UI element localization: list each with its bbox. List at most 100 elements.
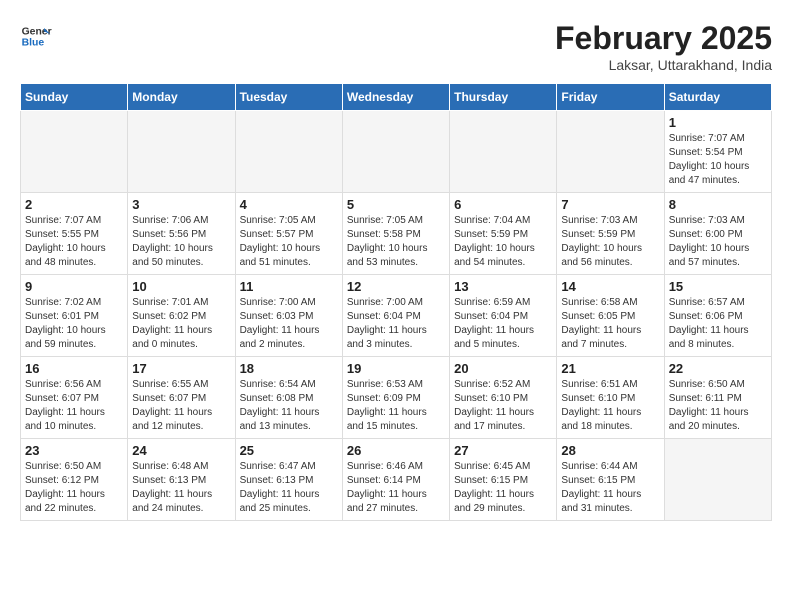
- calendar-cell-w3-d5: 14 Sunrise: 6:58 AM Sunset: 6:05 PM Dayli…: [557, 275, 664, 357]
- calendar-cell-w5-d5: 28 Sunrise: 6:44 AM Sunset: 6:15 PM Dayli…: [557, 439, 664, 521]
- calendar-cell-w3-d2: 11 Sunrise: 7:00 AM Sunset: 6:03 PM Dayli…: [235, 275, 342, 357]
- day-info: Sunrise: 6:57 AM Sunset: 6:06 PM Dayligh…: [669, 296, 767, 352]
- calendar-cell-w2-d5: 7 Sunrise: 7:03 AM Sunset: 5:59 PM Daylig…: [557, 193, 664, 275]
- calendar-cell-w1-d3: [342, 111, 449, 193]
- day-info: Sunrise: 6:44 AM Sunset: 6:15 PM Dayligh…: [561, 460, 659, 516]
- day-number: 4: [240, 197, 338, 212]
- day-info: Sunrise: 6:46 AM Sunset: 6:14 PM Dayligh…: [347, 460, 445, 516]
- week-row-4: 16Sunrise: 6:56 AM Sunset: 6:07 PM Dayli…: [21, 357, 772, 439]
- calendar-cell-w2-d4: 6 Sunrise: 7:04 AM Sunset: 5:59 PM Daylig…: [450, 193, 557, 275]
- calendar-cell-w5-d4: 27Sunrise: 6:45 AM Sunset: 6:15 PM Dayli…: [450, 439, 557, 521]
- weekday-thursday: Thursday: [450, 84, 557, 111]
- day-info: Sunrise: 6:58 AM Sunset: 6:05 PM Dayligh…: [561, 296, 659, 352]
- day-number: 28: [561, 443, 659, 458]
- day-info: Sunrise: 7:07 AM Sunset: 5:55 PM Dayligh…: [25, 214, 123, 270]
- day-number: 6: [454, 197, 552, 212]
- location: Laksar, Uttarakhand, India: [555, 57, 772, 73]
- week-row-1: 1 Sunrise: 7:07 AM Sunset: 5:54 PM Daylig…: [21, 111, 772, 193]
- weekday-header-row: SundayMondayTuesdayWednesdayThursdayFrid…: [21, 84, 772, 111]
- calendar-cell-w4-d2: 18 Sunrise: 6:54 AM Sunset: 6:08 PM Dayli…: [235, 357, 342, 439]
- day-info: Sunrise: 7:07 AM Sunset: 5:54 PM Dayligh…: [669, 132, 767, 188]
- calendar-cell-w2-d1: 3 Sunrise: 7:06 AM Sunset: 5:56 PM Daylig…: [128, 193, 235, 275]
- weekday-sunday: Sunday: [21, 84, 128, 111]
- calendar-cell-w2-d0: 2 Sunrise: 7:07 AM Sunset: 5:55 PM Daylig…: [21, 193, 128, 275]
- calendar-cell-w3-d3: 12 Sunrise: 7:00 AM Sunset: 6:04 PM Dayli…: [342, 275, 449, 357]
- logo: General Blue: [20, 20, 52, 52]
- day-number: 9: [25, 279, 123, 294]
- calendar-cell-w1-d4: [450, 111, 557, 193]
- day-info: Sunrise: 6:54 AM Sunset: 6:08 PM Dayligh…: [240, 378, 338, 434]
- day-info: Sunrise: 6:59 AM Sunset: 6:04 PM Dayligh…: [454, 296, 552, 352]
- day-info: Sunrise: 7:03 AM Sunset: 5:59 PM Dayligh…: [561, 214, 659, 270]
- day-info: Sunrise: 6:56 AM Sunset: 6:07 PM Dayligh…: [25, 378, 123, 434]
- calendar-cell-w4-d0: 16Sunrise: 6:56 AM Sunset: 6:07 PM Dayli…: [21, 357, 128, 439]
- day-number: 23: [25, 443, 123, 458]
- day-info: Sunrise: 7:05 AM Sunset: 5:57 PM Dayligh…: [240, 214, 338, 270]
- calendar-cell-w5-d2: 25 Sunrise: 6:47 AM Sunset: 6:13 PM Dayli…: [235, 439, 342, 521]
- logo-icon: General Blue: [20, 20, 52, 52]
- day-number: 18: [240, 361, 338, 376]
- calendar-cell-w4-d6: 22 Sunrise: 6:50 AM Sunset: 6:11 PM Dayli…: [664, 357, 771, 439]
- day-number: 12: [347, 279, 445, 294]
- day-info: Sunrise: 6:47 AM Sunset: 6:13 PM Dayligh…: [240, 460, 338, 516]
- day-info: Sunrise: 6:52 AM Sunset: 6:10 PM Dayligh…: [454, 378, 552, 434]
- day-info: Sunrise: 6:48 AM Sunset: 6:13 PM Dayligh…: [132, 460, 230, 516]
- calendar-cell-w3-d4: 13 Sunrise: 6:59 AM Sunset: 6:04 PM Dayli…: [450, 275, 557, 357]
- day-info: Sunrise: 6:53 AM Sunset: 6:09 PM Dayligh…: [347, 378, 445, 434]
- calendar-cell-w4-d4: 20 Sunrise: 6:52 AM Sunset: 6:10 PM Dayli…: [450, 357, 557, 439]
- day-info: Sunrise: 7:00 AM Sunset: 6:04 PM Dayligh…: [347, 296, 445, 352]
- weekday-friday: Friday: [557, 84, 664, 111]
- day-info: Sunrise: 7:04 AM Sunset: 5:59 PM Dayligh…: [454, 214, 552, 270]
- day-info: Sunrise: 6:51 AM Sunset: 6:10 PM Dayligh…: [561, 378, 659, 434]
- day-info: Sunrise: 7:02 AM Sunset: 6:01 PM Dayligh…: [25, 296, 123, 352]
- week-row-3: 9 Sunrise: 7:02 AM Sunset: 6:01 PM Daylig…: [21, 275, 772, 357]
- calendar-cell-w1-d6: 1 Sunrise: 7:07 AM Sunset: 5:54 PM Daylig…: [664, 111, 771, 193]
- day-info: Sunrise: 6:50 AM Sunset: 6:11 PM Dayligh…: [669, 378, 767, 434]
- day-info: Sunrise: 6:50 AM Sunset: 6:12 PM Dayligh…: [25, 460, 123, 516]
- calendar-cell-w5-d6: [664, 439, 771, 521]
- day-number: 26: [347, 443, 445, 458]
- day-number: 22: [669, 361, 767, 376]
- calendar-cell-w4-d1: 17 Sunrise: 6:55 AM Sunset: 6:07 PM Dayli…: [128, 357, 235, 439]
- day-info: Sunrise: 7:06 AM Sunset: 5:56 PM Dayligh…: [132, 214, 230, 270]
- day-info: Sunrise: 7:00 AM Sunset: 6:03 PM Dayligh…: [240, 296, 338, 352]
- calendar-cell-w1-d0: [21, 111, 128, 193]
- calendar-cell-w2-d6: 8 Sunrise: 7:03 AM Sunset: 6:00 PM Daylig…: [664, 193, 771, 275]
- calendar-cell-w1-d1: [128, 111, 235, 193]
- day-number: 15: [669, 279, 767, 294]
- day-number: 8: [669, 197, 767, 212]
- day-number: 14: [561, 279, 659, 294]
- day-number: 11: [240, 279, 338, 294]
- calendar-cell-w5-d1: 24 Sunrise: 6:48 AM Sunset: 6:13 PM Dayli…: [128, 439, 235, 521]
- calendar-table: SundayMondayTuesdayWednesdayThursdayFrid…: [20, 83, 772, 521]
- day-number: 24: [132, 443, 230, 458]
- day-number: 13: [454, 279, 552, 294]
- calendar-cell-w1-d5: [557, 111, 664, 193]
- week-row-5: 23 Sunrise: 6:50 AM Sunset: 6:12 PM Dayli…: [21, 439, 772, 521]
- day-info: Sunrise: 6:45 AM Sunset: 6:15 PM Dayligh…: [454, 460, 552, 516]
- day-number: 25: [240, 443, 338, 458]
- day-number: 20: [454, 361, 552, 376]
- weekday-tuesday: Tuesday: [235, 84, 342, 111]
- calendar-cell-w3-d6: 15 Sunrise: 6:57 AM Sunset: 6:06 PM Dayli…: [664, 275, 771, 357]
- day-number: 17: [132, 361, 230, 376]
- calendar-cell-w5-d3: 26 Sunrise: 6:46 AM Sunset: 6:14 PM Dayli…: [342, 439, 449, 521]
- day-number: 2: [25, 197, 123, 212]
- day-info: Sunrise: 7:03 AM Sunset: 6:00 PM Dayligh…: [669, 214, 767, 270]
- day-number: 7: [561, 197, 659, 212]
- svg-text:Blue: Blue: [22, 38, 45, 49]
- weekday-saturday: Saturday: [664, 84, 771, 111]
- calendar-cell-w4-d3: 19Sunrise: 6:53 AM Sunset: 6:09 PM Dayli…: [342, 357, 449, 439]
- calendar-cell-w2-d3: 5Sunrise: 7:05 AM Sunset: 5:58 PM Daylig…: [342, 193, 449, 275]
- calendar-cell-w5-d0: 23 Sunrise: 6:50 AM Sunset: 6:12 PM Dayli…: [21, 439, 128, 521]
- day-number: 3: [132, 197, 230, 212]
- day-number: 1: [669, 115, 767, 130]
- day-info: Sunrise: 6:55 AM Sunset: 6:07 PM Dayligh…: [132, 378, 230, 434]
- weekday-monday: Monday: [128, 84, 235, 111]
- calendar-cell-w2-d2: 4 Sunrise: 7:05 AM Sunset: 5:57 PM Daylig…: [235, 193, 342, 275]
- week-row-2: 2 Sunrise: 7:07 AM Sunset: 5:55 PM Daylig…: [21, 193, 772, 275]
- title-block: February 2025 Laksar, Uttarakhand, India: [555, 20, 772, 73]
- day-info: Sunrise: 7:01 AM Sunset: 6:02 PM Dayligh…: [132, 296, 230, 352]
- calendar-cell-w4-d5: 21Sunrise: 6:51 AM Sunset: 6:10 PM Dayli…: [557, 357, 664, 439]
- day-number: 5: [347, 197, 445, 212]
